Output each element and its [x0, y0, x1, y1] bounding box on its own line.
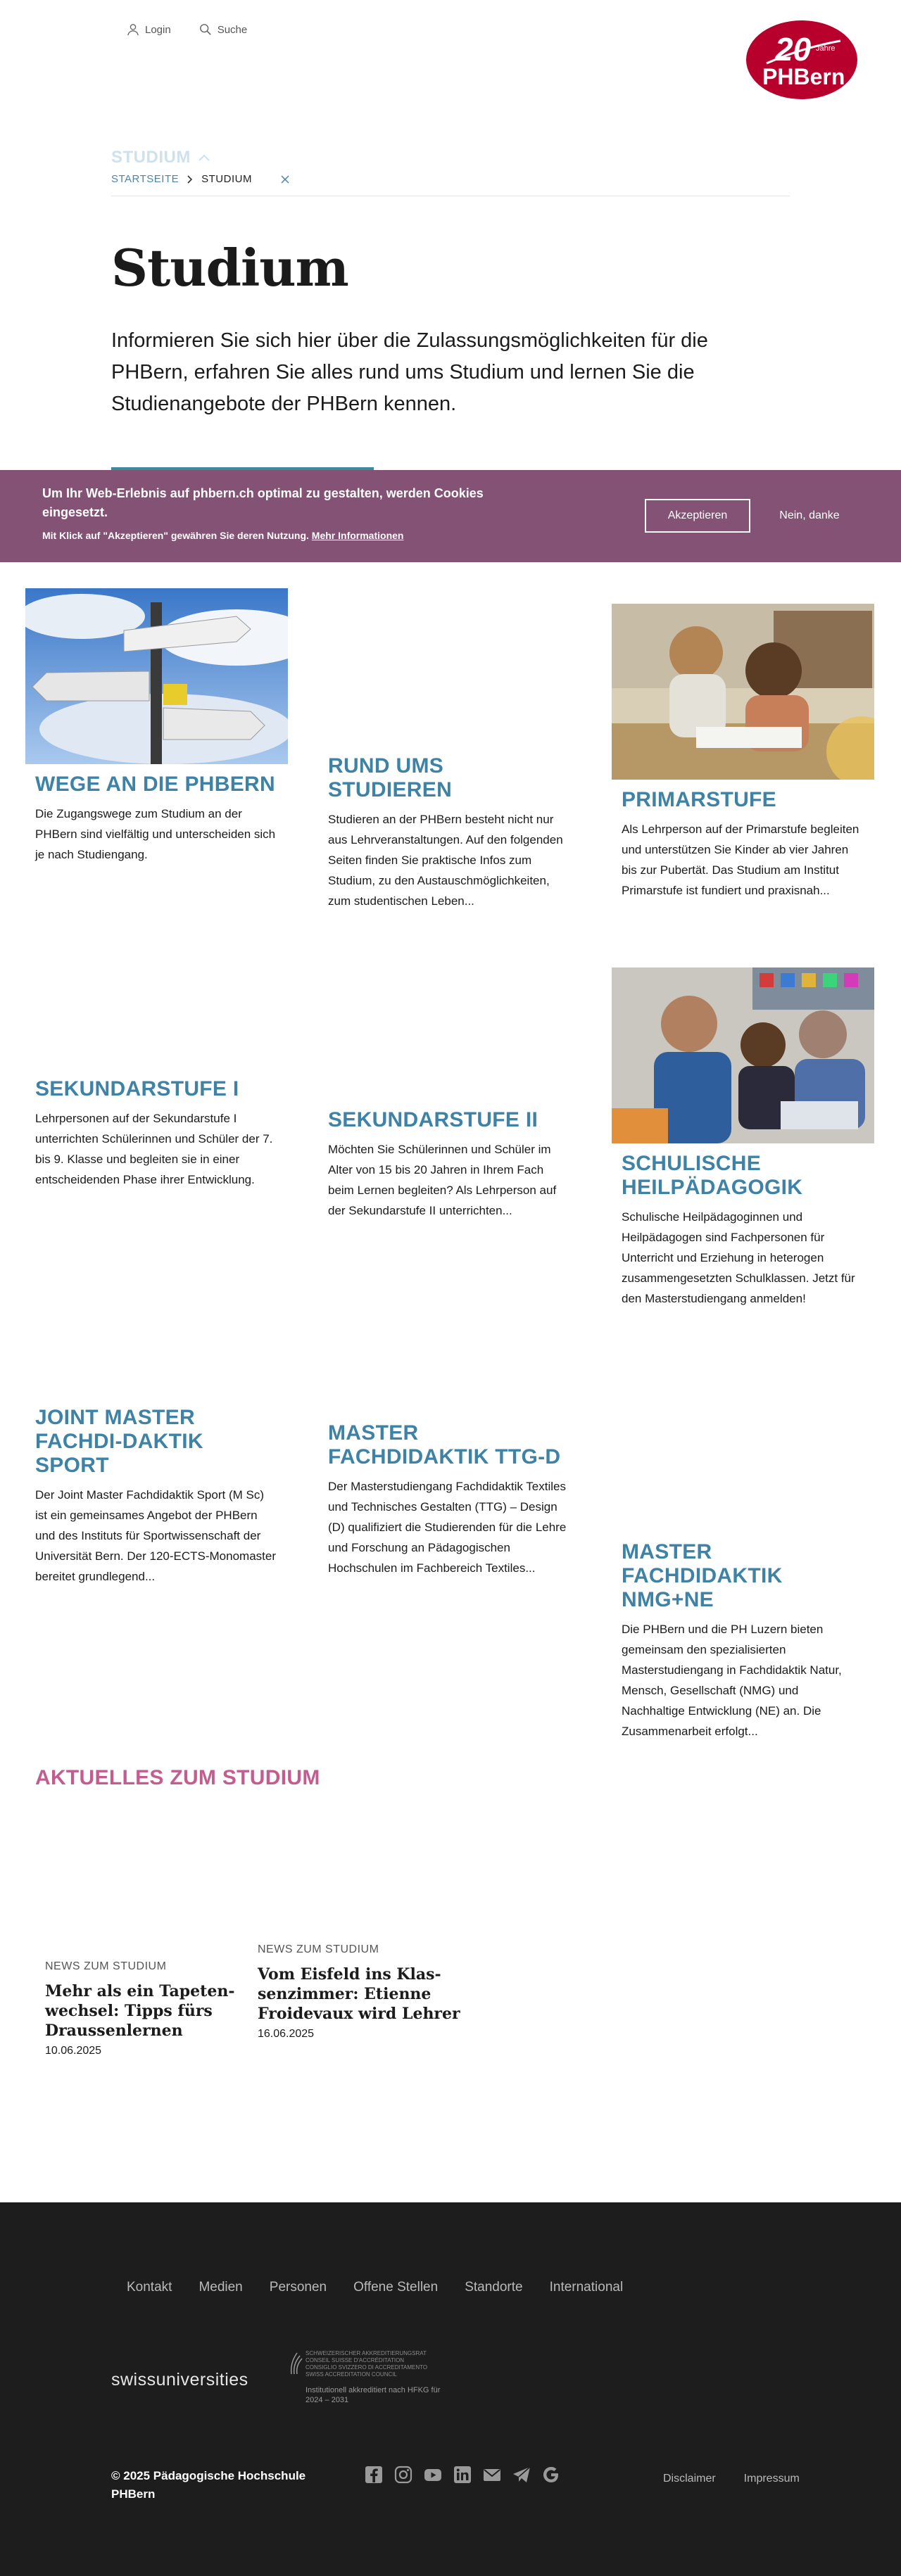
phbern-logo[interactable]: 20 Jahre PHBern — [745, 20, 858, 101]
teaser-title: Wege an die PHBern — [35, 773, 275, 796]
teaser-title: Joint Master Fachdi-daktik Sport — [35, 1406, 203, 1477]
teaser-title: Sekundarstufe II — [328, 1108, 538, 1131]
teaser-text: Studieren an der PHBern besteht nicht nu… — [328, 813, 563, 908]
teaser-card[interactable]: Sekundarstufe I Lehrpersonen auf der Sek… — [25, 1077, 288, 1190]
newsletter-icon[interactable] — [512, 2466, 531, 2484]
utility-nav: Login Suche — [127, 23, 247, 36]
news-date: 16.06.2025 — [258, 2028, 315, 2040]
page-lead: Informieren Sie sich hier über die Zulas… — [111, 329, 708, 415]
news-kicker: News zum Studium — [45, 1960, 167, 1972]
news-title: Vom Eisfeld ins Klas-senzimmer: Etienne … — [258, 1965, 460, 2023]
deny-cookies-button[interactable]: Nein, danke — [753, 499, 866, 533]
user-icon — [127, 24, 139, 36]
search-label: Suche — [217, 23, 248, 36]
imprint-link[interactable]: Impressum — [744, 2473, 800, 2485]
facebook-icon[interactable] — [365, 2466, 383, 2484]
accreditation-line: SCHWEIZERISCHER AKKREDITIERUNGSRAT — [305, 2350, 427, 2356]
cookie-subtext: Mit Klick auf "Akzeptieren" gewähren Sie… — [42, 530, 403, 541]
teaser-text: Lehrpersonen auf der Sekundarstufe I unt… — [35, 1112, 273, 1186]
google-icon[interactable] — [542, 2466, 560, 2484]
copyright-line: PHBern — [111, 2487, 156, 2501]
footer-link-international[interactable]: International — [550, 2280, 624, 2295]
cookie-banner: Um Ihr Web-Erlebnis auf phbern.ch optima… — [0, 470, 901, 562]
page-title: Studium — [111, 238, 349, 298]
footer-nav: Kontakt Medien Personen Offene Stellen S… — [127, 2280, 623, 2295]
teaser-title: Master Fachdidaktik TTG-D — [328, 1421, 561, 1468]
teaser-image-computer-class — [612, 967, 874, 1143]
teaser-card[interactable]: Master Fachdidaktik NMG+NE Die PHBern un… — [612, 1540, 874, 1741]
site-footer: Kontakt Medien Personen Offene Stellen S… — [0, 2202, 901, 2576]
teaser-card[interactable]: Joint Master Fachdi-daktik Sport Der Joi… — [25, 1406, 288, 1587]
teaser-card[interactable]: Wege an die PHBern Die Zugangswege zum S… — [25, 588, 288, 865]
teaser-image-signpost — [25, 588, 288, 764]
footer-link-people[interactable]: Personen — [270, 2280, 327, 2295]
swissuniversities-logo[interactable]: swissuniversities — [111, 2370, 248, 2390]
primary-school-image — [612, 604, 874, 780]
breadcrumb: STARTSEITE STUDIUM — [111, 173, 290, 185]
accept-cookies-button[interactable]: Akzeptieren — [645, 499, 750, 533]
accreditation-caption: Institutionell akkreditiert nach HFKG fü… — [305, 2386, 441, 2404]
footer-link-locations[interactable]: Standorte — [465, 2280, 522, 2295]
section-label: STUDIUM — [111, 148, 191, 167]
teaser-title: Master Fachdidaktik NMG+NE — [622, 1540, 783, 1611]
login-label: Login — [145, 23, 171, 36]
youtube-icon[interactable] — [424, 2466, 442, 2484]
site-header: Login Suche 20 Jahre PHBern — [0, 0, 901, 113]
teaser-text: Die Zugangswege zum Studium an der PHBer… — [35, 807, 276, 861]
teaser-text: Der Joint Master Fachdidaktik Sport (M S… — [35, 1488, 277, 1583]
section-toggle[interactable]: STUDIUM — [111, 148, 210, 167]
chevron-right-icon — [187, 175, 193, 184]
breadcrumb-home[interactable]: STARTSEITE — [111, 173, 179, 185]
news-card[interactable]: News zum Studium Vom Eisfeld ins Klas-se… — [258, 1943, 462, 2041]
teaser-card[interactable]: Primarstufe Als Lehrperson auf der Prima… — [612, 604, 874, 901]
news-title: Mehr als ein Tapeten-wechsel: Tipps fürs… — [45, 1982, 235, 2040]
chevron-up-icon — [199, 154, 210, 161]
cookie-more-link[interactable]: Mehr Informationen — [312, 530, 404, 541]
legal-links: Disclaimer Impressum — [663, 2473, 800, 2485]
linkedin-icon[interactable] — [453, 2466, 472, 2484]
teaser-text: Schulische Heilpädagoginnen und Heilpäda… — [622, 1210, 855, 1305]
teaser-text: Der Masterstudiengang Fachdidaktik Texti… — [328, 1480, 567, 1575]
teaser-card[interactable]: Schulische Heilpädagogik Schulische Heil… — [612, 967, 874, 1309]
teaser-text: Möchten Sie Schülerinnen und Schüler im … — [328, 1143, 557, 1217]
copyright: © 2025 Pädagogische Hochschule PHBern — [111, 2467, 305, 2504]
teaser-title: Primarstufe — [622, 788, 776, 811]
copyright-line: © 2025 Pädagogische Hochschule — [111, 2469, 306, 2482]
social-links — [365, 2466, 560, 2484]
teaser-image-classroom — [612, 604, 874, 780]
teaser-title: Schulische Heilpädagogik — [622, 1152, 803, 1199]
news-card[interactable]: News zum Studium Mehr als ein Tapeten-we… — [45, 1960, 249, 2057]
login-link[interactable]: Login — [127, 23, 171, 36]
instagram-icon[interactable] — [394, 2466, 412, 2484]
close-icon[interactable] — [280, 175, 290, 184]
logo-brand: PHBern — [762, 64, 845, 89]
breadcrumb-current: STUDIUM — [201, 173, 252, 185]
accreditation-badge: SCHWEIZERISCHER AKKREDITIERUNGSRAT CONSE… — [289, 2350, 443, 2405]
accreditation-seal-icon — [290, 2352, 303, 2375]
accreditation-line: SWISS ACCREDITATION COUNCIL — [305, 2371, 397, 2378]
disclaimer-link[interactable]: Disclaimer — [663, 2473, 716, 2485]
teaser-title: Sekundarstufe I — [35, 1077, 239, 1100]
teaser-card[interactable]: Rund ums Studieren Studieren an der PHBe… — [318, 754, 581, 911]
cookie-sub-text: Mit Klick auf "Akzeptieren" gewähren Sie… — [42, 530, 309, 541]
teaser-title: Rund ums Studieren — [328, 754, 453, 801]
news-heading: Aktuelles zum Studium — [35, 1766, 320, 1789]
teaser-card[interactable]: Sekundarstufe II Möchten Sie Schülerinne… — [318, 1108, 581, 1221]
news-kicker: News zum Studium — [258, 1943, 379, 1955]
accreditation-line: CONSIGLIO SVIZZERO DI ACCREDITAMENTO — [305, 2364, 428, 2371]
footer-link-jobs[interactable]: Offene Stellen — [353, 2280, 438, 2295]
signpost-image — [25, 588, 288, 764]
teaser-card[interactable]: Master Fachdidaktik TTG-D Der Masterstud… — [318, 1421, 581, 1578]
footer-link-media[interactable]: Medien — [199, 2280, 242, 2295]
mail-icon[interactable] — [483, 2466, 501, 2484]
special-education-image — [612, 967, 874, 1143]
search-link[interactable]: Suche — [199, 23, 248, 36]
cookie-message: Um Ihr Web-Erlebnis auf phbern.ch optima… — [42, 486, 484, 519]
search-icon — [199, 24, 211, 35]
news-date: 10.06.2025 — [45, 2045, 102, 2057]
teaser-text: Als Lehrperson auf der Primarstufe begle… — [622, 823, 859, 897]
accreditation-line: CONSEIL SUISSE D'ACCRÉDITATION — [305, 2357, 405, 2364]
teaser-text: Die PHBern und die PH Luzern bieten geme… — [622, 1623, 842, 1738]
footer-link-contact[interactable]: Kontakt — [127, 2280, 172, 2295]
